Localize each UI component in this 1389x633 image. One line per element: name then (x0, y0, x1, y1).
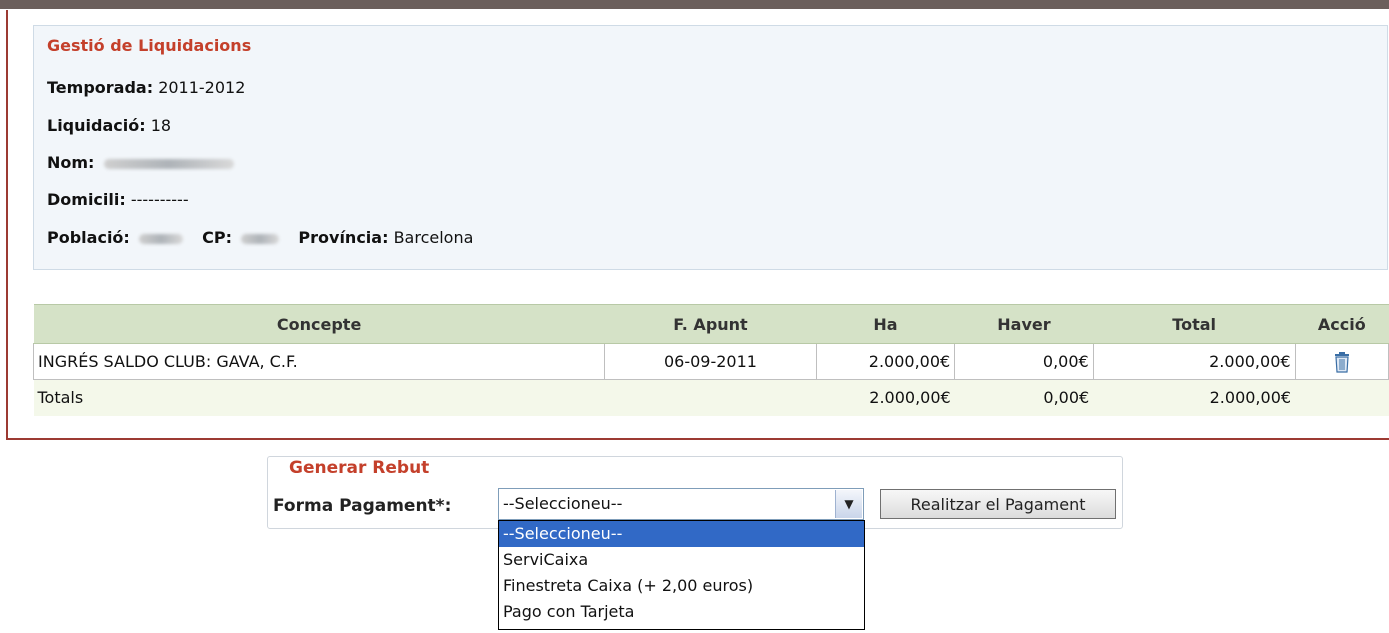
totals-total: 2.000,00€ (1093, 379, 1296, 416)
cell-total: 2.000,00€ (1092, 343, 1296, 380)
liquidacio-table: Concepte F. Apunt Ha Haver Total Acció I… (32, 304, 1389, 416)
liquidacio-value: 18 (150, 116, 172, 135)
nom-redacted (103, 158, 234, 169)
temporada-value: 2011-2012 (158, 78, 246, 97)
col-haver: Haver (954, 304, 1094, 344)
trash-icon[interactable] (1333, 351, 1351, 373)
table-header-row: Concepte F. Apunt Ha Haver Total Acció (33, 304, 1389, 344)
poblacio-label: Població: (47, 228, 130, 247)
poblacio-redacted (138, 233, 183, 244)
cp-redacted (241, 233, 280, 244)
forma-pagament-select[interactable]: --Seleccioneu-- ▼ (498, 488, 864, 520)
liquidacio-row: Liquidació: 18 (47, 116, 171, 135)
cell-ha: 2.000,00€ (815, 343, 956, 380)
cell-haver: 0,00€ (954, 343, 1094, 380)
cell-concepte: INGRÉS SALDO CLUB: GAVA, C.F. (32, 343, 606, 380)
col-total: Total (1093, 304, 1296, 344)
cell-f-apunt: 06-09-2011 (604, 343, 817, 380)
col-concepte: Concepte (33, 304, 605, 344)
chevron-down-icon[interactable]: ▼ (835, 490, 862, 518)
select-value: --Seleccioneu-- (503, 494, 623, 513)
totals-empty (604, 379, 817, 416)
domicili-label: Domicili: (47, 190, 126, 209)
totals-ha: 2.000,00€ (816, 379, 955, 416)
totals-accio-empty (1295, 379, 1389, 416)
poblacio-row: Població: CP: Província: Barcelona (47, 228, 473, 247)
panel-title: Gestió de Liquidacions (47, 36, 252, 55)
option-finestreta-caixa[interactable]: Finestreta Caixa (+ 2,00 euros) (499, 573, 864, 599)
domicili-value: ---------- (130, 190, 189, 209)
info-box: Gestió de Liquidacions Temporada: 2011-2… (33, 25, 1388, 270)
totals-haver: 0,00€ (954, 379, 1094, 416)
option-seleccioneu[interactable]: --Seleccioneu-- (499, 521, 864, 547)
generar-rebut-legend: Generar Rebut (287, 458, 432, 478)
realitzar-pagament-button[interactable]: Realitzar el Pagament (880, 489, 1116, 519)
col-accio: Acció (1295, 304, 1389, 344)
liquidacio-label: Liquidació: (47, 116, 146, 135)
col-f-apunt: F. Apunt (604, 304, 817, 344)
top-bar (0, 0, 1389, 9)
option-servicaixa[interactable]: ServiCaixa (499, 547, 864, 573)
temporada-row: Temporada: 2011-2012 (47, 78, 245, 97)
provincia-value: Barcelona (393, 228, 474, 247)
table-row: INGRÉS SALDO CLUB: GAVA, C.F. 06-09-2011… (32, 343, 1389, 380)
provincia-label: Província: (298, 228, 389, 247)
nom-row: Nom: (47, 153, 238, 172)
forma-pagament-label: Forma Pagament*: (273, 496, 452, 516)
option-pago-con-tarjeta[interactable]: Pago con Tarjeta (499, 599, 864, 625)
domicili-row: Domicili: ---------- (47, 190, 189, 209)
temporada-label: Temporada: (47, 78, 154, 97)
cell-accio (1294, 343, 1389, 380)
totals-row: Totals 2.000,00€ 0,00€ 2.000,00€ (33, 379, 1389, 416)
forma-pagament-dropdown: --Seleccioneu-- ServiCaixa Finestreta Ca… (498, 520, 865, 630)
totals-label: Totals (33, 379, 605, 416)
col-ha: Ha (816, 304, 955, 344)
cp-label: CP: (202, 228, 233, 247)
nom-label: Nom: (47, 153, 95, 172)
